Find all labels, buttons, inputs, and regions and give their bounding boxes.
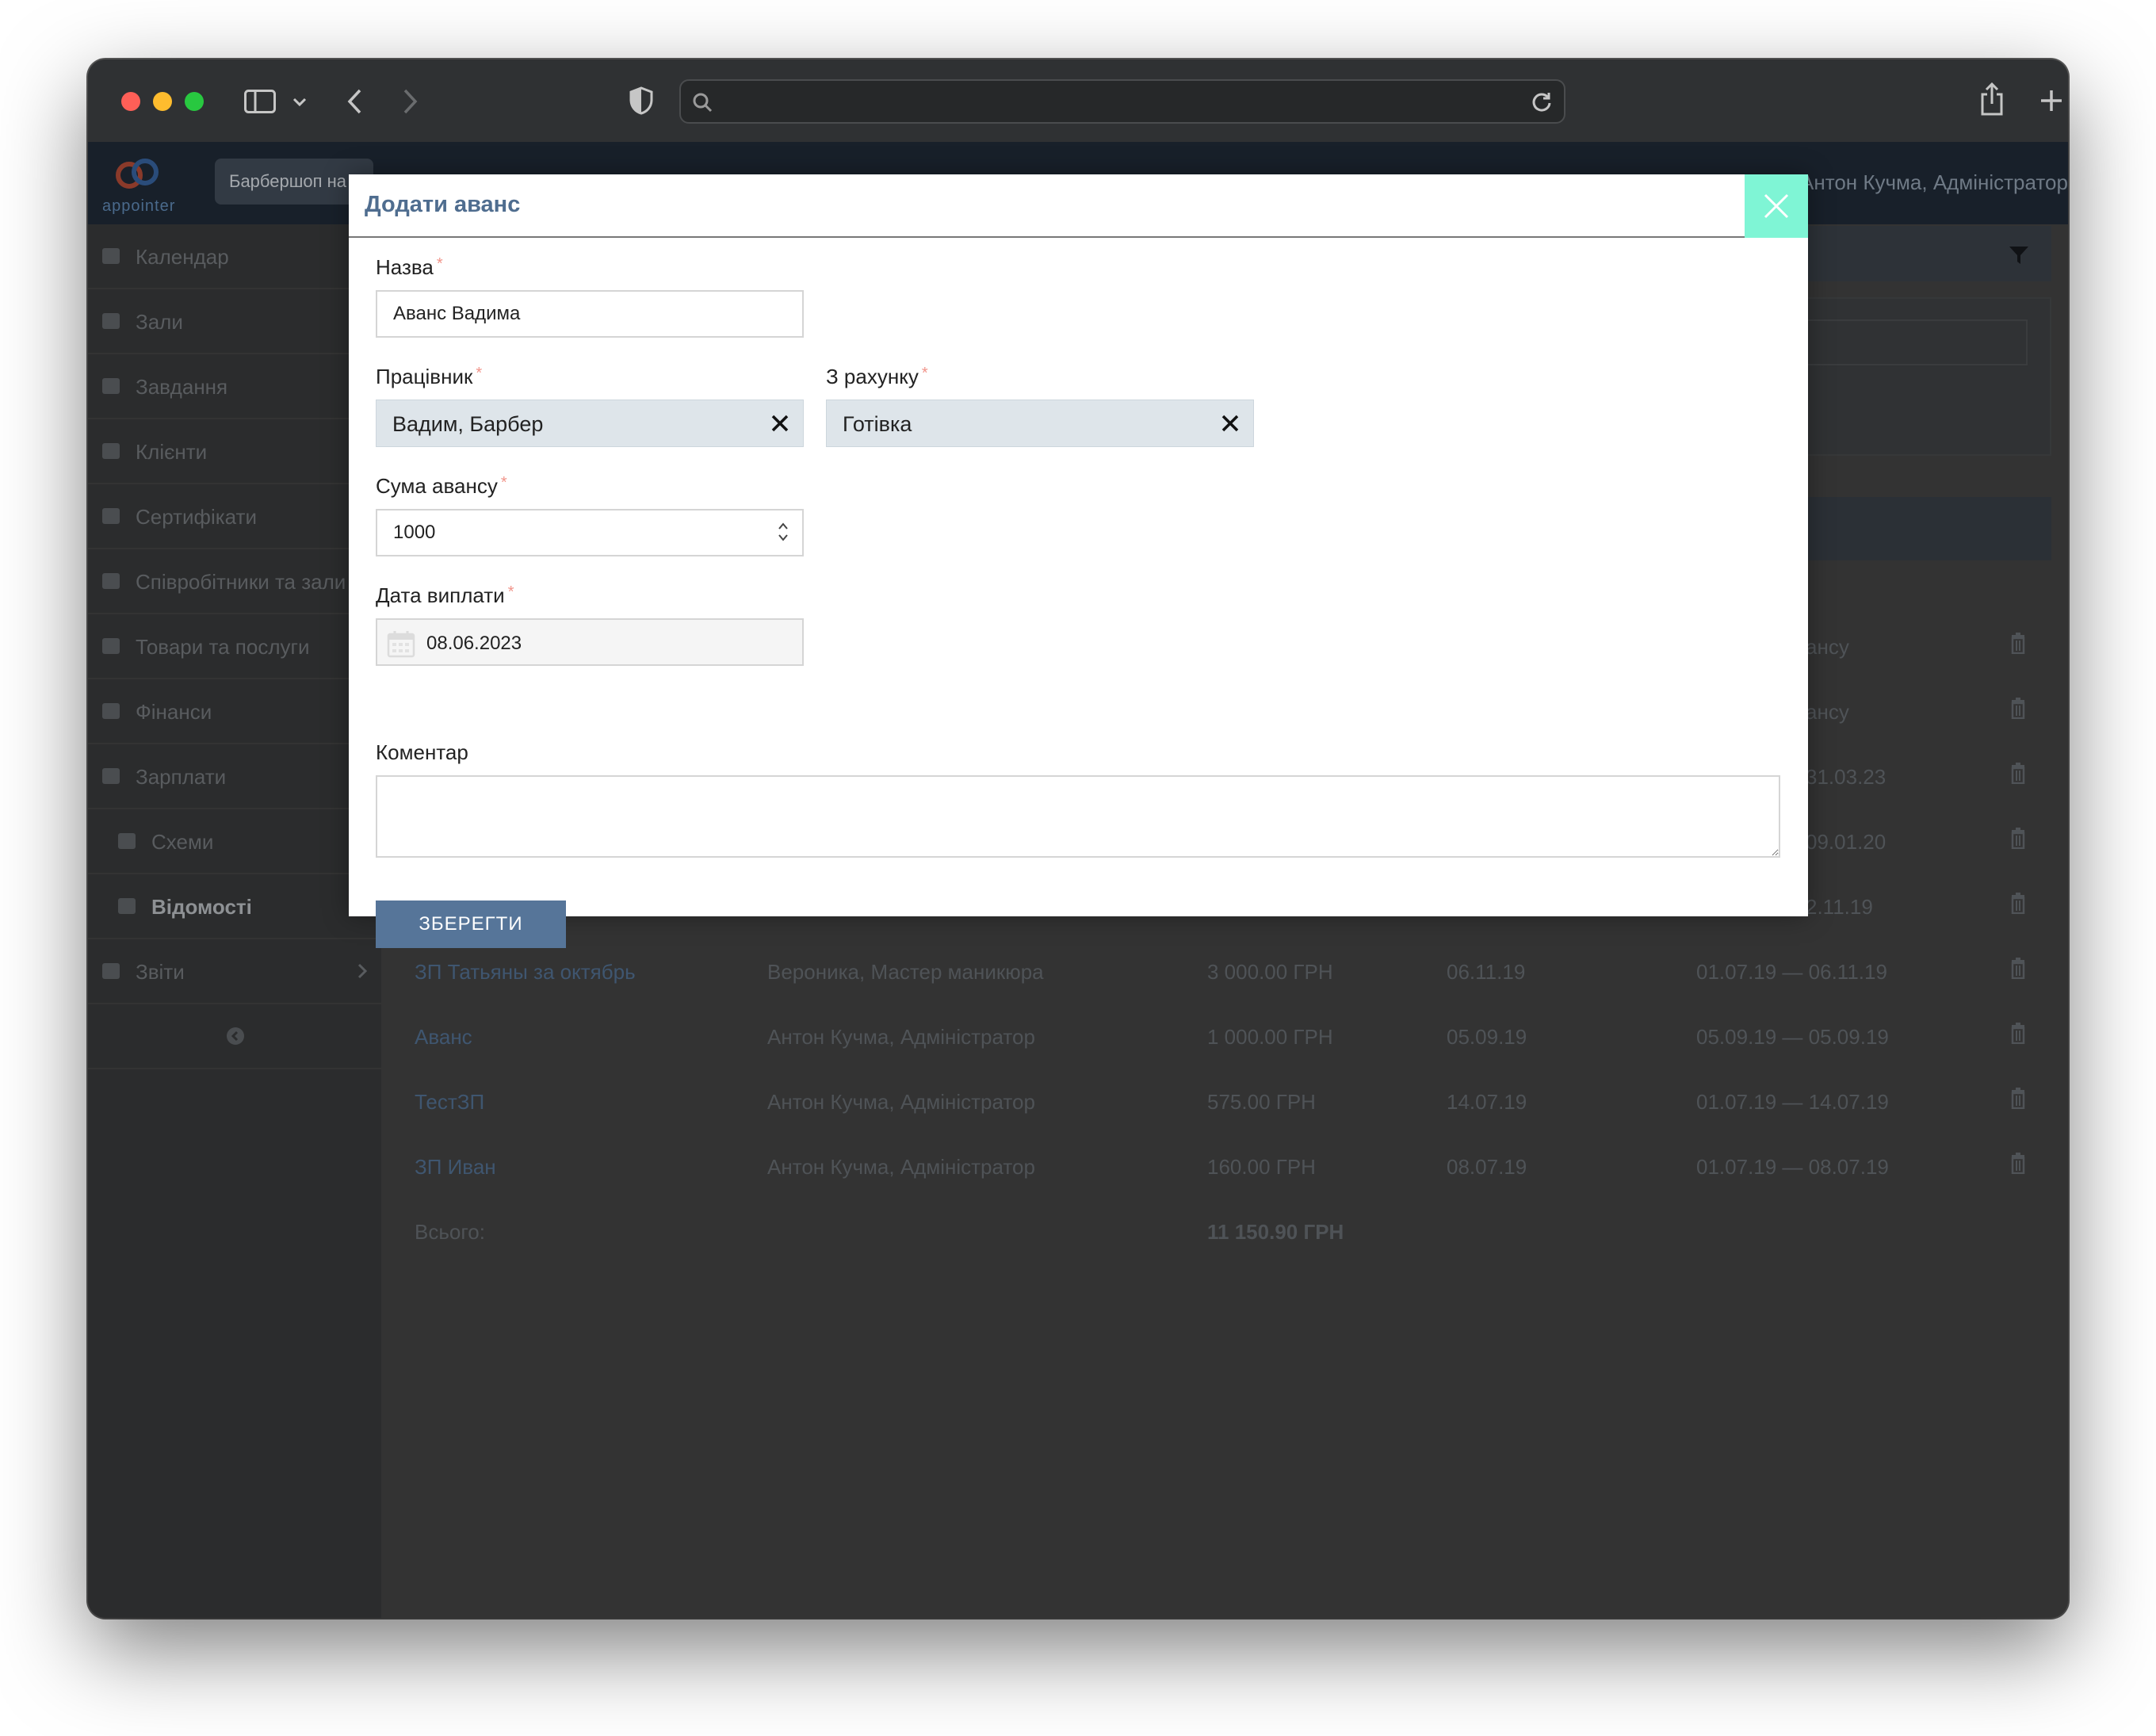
sidebar-item-salaries[interactable]: Зарплати	[88, 744, 381, 809]
clear-account-icon[interactable]	[1220, 413, 1240, 434]
trash-icon[interactable]	[2010, 1152, 2026, 1174]
name-input[interactable]	[376, 290, 804, 338]
card-icon	[102, 638, 120, 654]
trash-icon[interactable]	[2010, 957, 2026, 979]
account-select-value: Готівка	[843, 412, 912, 436]
required-mark: *	[507, 583, 514, 601]
table-row[interactable]: ТестЗП Антон Кучма, Адміністратор 575.00 Г…	[399, 1069, 2051, 1134]
reload-icon[interactable]	[1531, 91, 1553, 113]
payment-date-label: Дата виплати *	[376, 583, 514, 607]
comment-textarea[interactable]	[376, 775, 1780, 858]
name-label: Назва *	[376, 255, 443, 279]
users-icon	[102, 443, 120, 459]
amount-field	[376, 509, 804, 556]
table-total-row: Всього: 11 150.90 ГРН	[399, 1199, 2051, 1263]
trash-icon[interactable]	[2010, 697, 2026, 719]
sidebar-item-employees[interactable]: Співробітники та зали	[88, 549, 381, 614]
tasks-icon	[102, 378, 120, 394]
bar-chart-icon	[102, 963, 120, 979]
payment-date-value: 08.06.2023	[426, 633, 522, 654]
sidebar-item-halls[interactable]: Зали	[88, 289, 381, 354]
sidebar-item-clients[interactable]: Клієнти	[88, 419, 381, 484]
total-value: 11 150.90 ГРН	[1207, 1220, 1344, 1244]
sidebar: Календар Зали Завдання Клієнти Сертифіка…	[88, 224, 381, 1618]
chevron-down-icon[interactable]	[292, 98, 307, 107]
trash-icon[interactable]	[2010, 762, 2026, 784]
browser-toolbar	[88, 59, 2068, 143]
sidebar-item-statements[interactable]: Відомості	[88, 874, 381, 939]
address-bar[interactable]	[679, 79, 1565, 124]
calculator-icon	[102, 768, 120, 784]
modal-close-button[interactable]	[1745, 174, 1808, 238]
employee-label: Працівник *	[376, 365, 483, 388]
payment-date-input[interactable]: 08.06.2023	[376, 618, 804, 666]
account-label: З рахунку *	[826, 365, 928, 388]
sidebar-item-products[interactable]: Товари та послуги	[88, 614, 381, 679]
search-icon	[693, 93, 713, 113]
chevron-left-circle-icon	[227, 1027, 244, 1045]
user-menu[interactable]: Антон Кучма, Адміністратор	[1800, 170, 2068, 195]
required-mark: *	[476, 365, 483, 382]
employee-select[interactable]: Вадим, Барбер	[376, 400, 804, 447]
total-label: Всього:	[415, 1220, 485, 1244]
id-card-icon	[102, 573, 120, 589]
calendar-icon	[102, 248, 120, 264]
share-icon[interactable]	[1980, 82, 2004, 117]
table-row[interactable]: Аванс Антон Кучма, Адміністратор 1 000.00 …	[399, 1004, 2051, 1069]
number-spinner-icon[interactable]	[777, 520, 789, 544]
amount-input[interactable]	[376, 509, 804, 556]
sidebar-item-finances[interactable]: Фінанси	[88, 679, 381, 744]
logo-text: appointer	[102, 197, 176, 215]
new-tab-icon[interactable]	[2039, 89, 2063, 113]
close-window-button[interactable]	[121, 92, 140, 111]
trash-icon[interactable]	[2010, 1087, 2026, 1109]
sidebar-item-tasks[interactable]: Завдання	[88, 354, 381, 419]
appointer-logo-icon	[116, 159, 159, 189]
save-button[interactable]: ЗБЕРЕГТИ	[376, 901, 566, 948]
sidebar-item-certificates[interactable]: Сертифікати	[88, 484, 381, 549]
sidebar-collapse-button[interactable]	[88, 1004, 381, 1069]
sidebar-item-calendar[interactable]: Календар	[88, 224, 381, 289]
card-icon	[102, 508, 120, 524]
money-icon	[102, 703, 120, 719]
sidebar-item-schemes[interactable]: Схеми	[88, 809, 381, 874]
employee-select-value: Вадим, Барбер	[392, 412, 544, 436]
table-icon	[118, 898, 136, 914]
account-select[interactable]: Готівка	[826, 400, 1254, 447]
required-mark: *	[500, 474, 507, 491]
user-name: Антон Кучма, Адміністратор	[1800, 170, 2068, 194]
required-mark: *	[436, 255, 443, 273]
comment-label: Коментар	[376, 740, 468, 764]
filter-icon[interactable]	[2009, 245, 2029, 266]
add-advance-modal: Додати аванс Назва* Працівник* Вадим, Ба…	[349, 174, 1808, 948]
close-icon	[1764, 193, 1789, 219]
privacy-shield-icon[interactable]	[629, 86, 653, 115]
trash-icon[interactable]	[2010, 827, 2026, 849]
clear-employee-icon[interactable]	[770, 413, 790, 434]
required-mark: *	[921, 365, 928, 382]
sitemap-icon	[118, 833, 136, 849]
trash-icon[interactable]	[2010, 892, 2026, 914]
modal-title: Додати аванс	[365, 192, 521, 217]
trash-icon[interactable]	[2010, 632, 2026, 654]
zoom-window-button[interactable]	[185, 92, 204, 111]
modal-header: Додати аванс	[349, 174, 1808, 238]
sidebar-item-reports[interactable]: Звіти	[88, 939, 381, 1004]
forward-icon[interactable]	[402, 88, 419, 115]
bookmark-icon	[102, 313, 120, 329]
minimize-window-button[interactable]	[153, 92, 172, 111]
amount-label: Сума авансу *	[376, 474, 507, 498]
sidebar-toggle-icon[interactable]	[244, 90, 276, 113]
chevron-right-icon	[357, 963, 367, 979]
back-icon[interactable]	[346, 88, 363, 115]
calendar-icon	[387, 631, 415, 658]
browser-window: appointer Барбершоп на Антон Кучма, Адмі…	[88, 59, 2068, 1618]
trash-icon[interactable]	[2010, 1022, 2026, 1044]
table-row[interactable]: ЗП Иван Антон Кучма, Адміністратор 160.00 …	[399, 1134, 2051, 1199]
table-row[interactable]: ЗП Татьяны за октябрь Вероника, Мастер ма…	[399, 939, 2051, 1004]
